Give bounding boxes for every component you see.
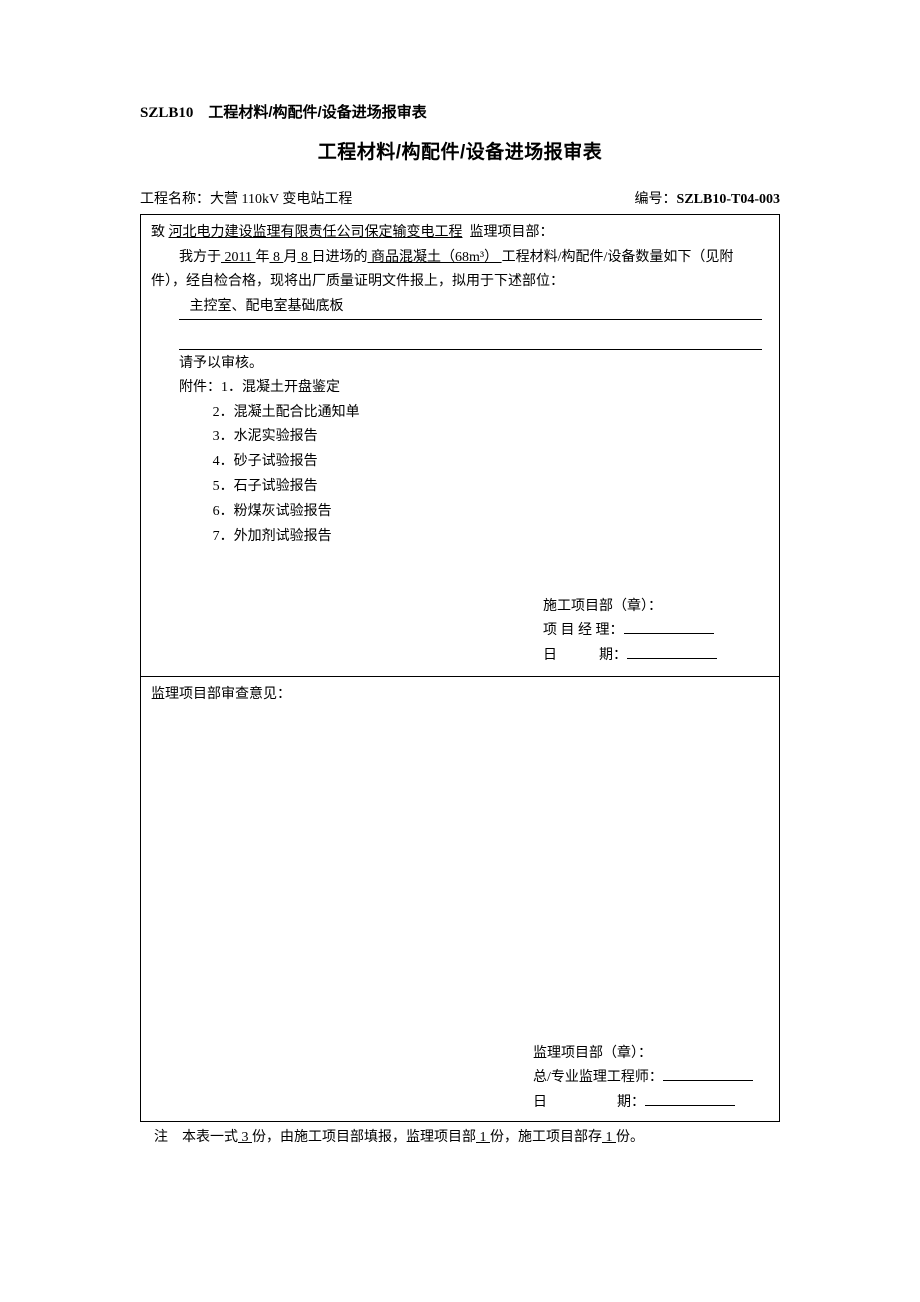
fn-mid1: 份，由施工项目部填报，监理项目部 [252, 1130, 476, 1145]
sup-date-line[interactable] [645, 1094, 735, 1106]
attach-4: 4．砂子试验报告 [213, 450, 769, 475]
supervisor-heading: 监理项目部审查意见： [151, 683, 769, 708]
fn-suffix: 份。 [616, 1130, 644, 1145]
project-label: 工程名称： [140, 192, 210, 207]
attach-2: 2．混凝土配合比通知单 [213, 401, 769, 426]
project-field: 工程名称：大营 110kV 变电站工程 [140, 188, 352, 213]
fn-total: 3 [238, 1130, 252, 1145]
serial-label: 编号： [635, 192, 677, 207]
applicant-sig-block: 施工项目部（章）： 项 目 经 理： 日 期： [543, 595, 769, 669]
to-company: 河北电力建设监理有限责任公司保定输变电工程 [169, 225, 463, 240]
year-suffix: 年 [255, 250, 269, 265]
sig-pm-line[interactable] [624, 622, 714, 634]
header-code: SZLB10 工程材料/构配件/设备进场报审表 [140, 100, 780, 126]
sup-date-label: 日 期： [533, 1095, 645, 1110]
footnote: 注 本表一式 3 份，由施工项目部填报，监理项目部 1 份，施工项目部存 1 份… [154, 1126, 780, 1151]
attachment-list: 2．混凝土配合比通知单 3．水泥实验报告 4．砂子试验报告 5．石子试验报告 6… [213, 401, 769, 550]
month-suffix: 月 [283, 250, 297, 265]
fn-a: 1 [476, 1130, 490, 1145]
day: 8 [297, 250, 311, 265]
line2-a: 我方于 [179, 250, 221, 265]
sig-dept: 施工项目部（章）： [543, 595, 769, 620]
line3: 件），经自检合格，现将出厂质量证明文件报上，拟用于下述部位： [151, 270, 769, 295]
material-suffix: 工程材料/构配件/设备数量如下（见附 [502, 250, 734, 265]
fn-prefix: 注 本表一式 [154, 1130, 238, 1145]
meta-row: 工程名称：大营 110kV 变电站工程 编号：SZLB10-T04-003 [140, 188, 780, 215]
serial-field: 编号：SZLB10-T04-003 [635, 188, 780, 213]
sup-dept: 监理项目部（章）： [533, 1042, 779, 1067]
to-suffix: 监理项目部： [470, 225, 554, 240]
attach-6: 6．粉煤灰试验报告 [213, 500, 769, 525]
header-code-prefix: SZLB10 [140, 105, 193, 121]
attach-intro: 附件：1．混凝土开盘鉴定 [151, 376, 769, 401]
month: 8 [269, 250, 283, 265]
material: 商品混凝土（68m³） [367, 250, 501, 265]
year: 2011 [221, 250, 255, 265]
supervisor-sig-block: 监理项目部（章）： 总/专业监理工程师： 日 期： [533, 1042, 779, 1116]
sup-eng-line[interactable] [663, 1069, 753, 1081]
page-title: 工程材料/构配件/设备进场报审表 [140, 136, 780, 169]
form-table: 致 河北电力建设监理有限责任公司保定输变电工程 监理项目部： 我方于 2011 … [140, 214, 780, 1122]
sup-eng-label: 总/专业监理工程师： [533, 1070, 663, 1085]
attach-5: 5．石子试验报告 [213, 475, 769, 500]
supervisor-cell: 监理项目部审查意见： 监理项目部（章）： 总/专业监理工程师： 日 期： [141, 677, 780, 1122]
sig-date-label: 日 期： [543, 648, 627, 663]
attach-3: 3．水泥实验报告 [213, 425, 769, 450]
attach-7: 7．外加剂试验报告 [213, 525, 769, 550]
fn-b: 1 [602, 1130, 616, 1145]
to-prefix: 致 [151, 225, 165, 240]
day-suffix: 日进场的 [311, 250, 367, 265]
usage: 主控室、配电室基础底板 [190, 299, 344, 314]
project-name: 大营 110kV 变电站工程 [210, 192, 352, 207]
fn-mid2: 份，施工项目部存 [490, 1130, 602, 1145]
header-code-title: 工程材料/构配件/设备进场报审表 [208, 104, 426, 121]
sig-pm-label: 项 目 经 理： [543, 623, 624, 638]
serial-value: SZLB10-T04-003 [677, 192, 780, 207]
applicant-cell: 致 河北电力建设监理有限责任公司保定输变电工程 监理项目部： 我方于 2011 … [141, 215, 780, 677]
line5: 请予以审核。 [151, 352, 769, 377]
sig-date-line[interactable] [627, 647, 717, 659]
